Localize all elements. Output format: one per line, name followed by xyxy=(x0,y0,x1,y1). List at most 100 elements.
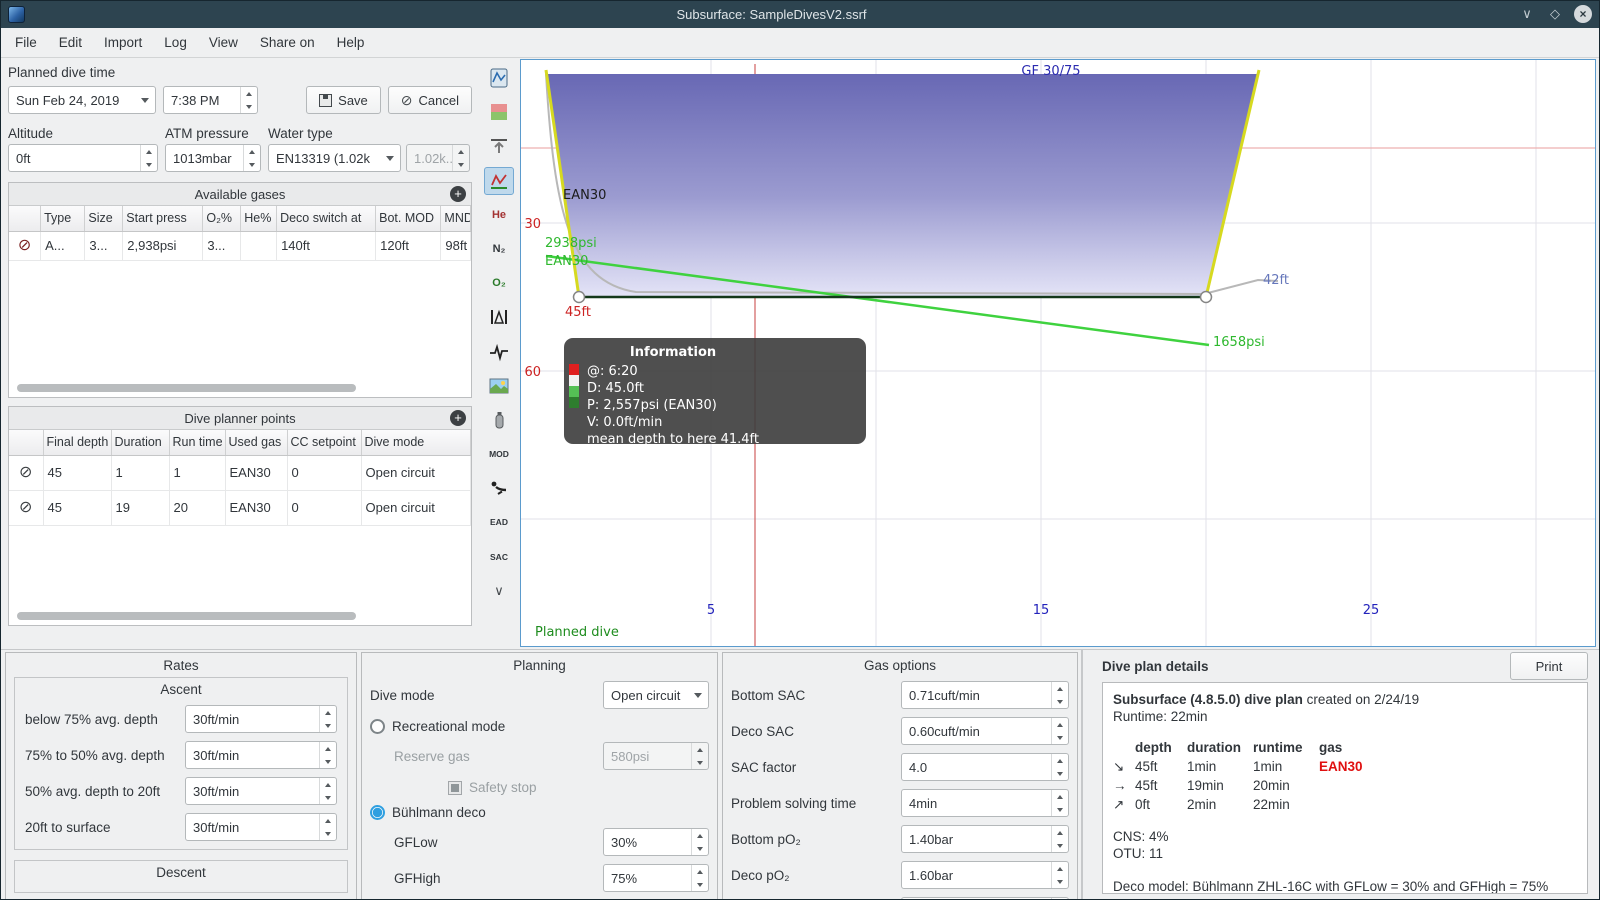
profile-handle[interactable] xyxy=(572,290,586,304)
panel-splitter[interactable] xyxy=(1081,650,1083,899)
add-point-button[interactable]: + xyxy=(450,410,466,426)
radio-buhlmann-deco[interactable]: Bühlmann deco xyxy=(370,805,709,820)
cancel-button[interactable]: ⊘ Cancel xyxy=(387,86,472,114)
spinner-arrows[interactable] xyxy=(1051,754,1068,780)
rate-spinbox[interactable]: 30ft/min xyxy=(185,705,337,733)
rate-spinbox[interactable]: 30ft/min xyxy=(185,741,337,769)
delete-point-icon[interactable]: ⊘ xyxy=(19,464,32,481)
deco-po2-spinbox[interactable]: 1.60bar xyxy=(901,861,1069,889)
dive-computer-icon[interactable] xyxy=(484,64,514,92)
rate-row: below 75% avg. depth 30ft/min xyxy=(25,705,337,733)
mod-icon[interactable]: MOD xyxy=(484,440,514,468)
save-button[interactable]: Save xyxy=(306,86,381,114)
rate-label: 75% to 50% avg. depth xyxy=(25,747,165,763)
ead-icon[interactable]: EAD xyxy=(484,508,514,536)
add-gas-button[interactable]: + xyxy=(450,186,466,202)
pp-n2-icon[interactable]: N₂ xyxy=(484,235,514,263)
best-mix-end-spinbox[interactable]: 98ft xyxy=(901,897,1069,899)
planned-dive-label: Planned dive xyxy=(535,625,619,640)
mean-depth-icon[interactable] xyxy=(484,132,514,160)
maximize-button[interactable]: ◇ xyxy=(1546,5,1564,23)
delete-gas-icon[interactable]: ⊘ xyxy=(18,237,31,254)
pp-he-icon[interactable]: He xyxy=(484,201,514,229)
menu-file[interactable]: File xyxy=(4,30,48,55)
spinner-arrows[interactable] xyxy=(691,829,708,855)
minimize-button[interactable]: ∨ xyxy=(1518,5,1536,23)
menu-import[interactable]: Import xyxy=(93,30,153,55)
pp-o2-icon[interactable]: O₂ xyxy=(484,269,514,297)
dive-mode-select[interactable]: Open circuit xyxy=(603,681,709,709)
point-mode: Open circuit xyxy=(361,455,471,491)
col-mnd: MND xyxy=(440,206,471,232)
spinner-arrows[interactable] xyxy=(1051,718,1068,744)
gflow-spinbox[interactable]: 30% xyxy=(603,828,709,856)
menu-help[interactable]: Help xyxy=(326,30,376,55)
rate-spinbox[interactable]: 30ft/min xyxy=(185,813,337,841)
menu-log[interactable]: Log xyxy=(153,30,198,55)
safety-stop-checkbox xyxy=(448,780,462,795)
planner-points-header: Dive planner points + xyxy=(9,407,471,430)
diver-icon[interactable] xyxy=(484,474,514,502)
photos-icon[interactable] xyxy=(484,372,514,400)
available-gases-header: Available gases + xyxy=(9,183,471,206)
profile-graph-toggle-icon[interactable] xyxy=(484,166,514,195)
print-button[interactable]: Print xyxy=(1510,652,1588,680)
spinner-arrows[interactable] xyxy=(1051,790,1068,816)
rate-spinbox[interactable]: 30ft/min xyxy=(185,777,337,805)
ascend-arrow-icon: ↗ xyxy=(1113,797,1125,812)
spinner-arrows[interactable] xyxy=(1051,826,1068,852)
spinner-arrows[interactable] xyxy=(319,814,336,840)
dive-date-select[interactable]: Sun Feb 24, 2019 xyxy=(8,86,156,114)
sac-factor-spinbox[interactable]: 4.0 xyxy=(901,753,1069,781)
bottom-sac-spinbox[interactable]: 0.71cuft/min xyxy=(901,681,1069,709)
radio-recreational-mode[interactable]: Recreational mode xyxy=(370,719,709,734)
gas-table-row[interactable]: ⊘ A... 3... 2,938psi 3... 140ft 120ft 98… xyxy=(9,231,471,261)
tissue-saturation-icon[interactable] xyxy=(484,303,514,331)
deco-ceiling-icon[interactable] xyxy=(484,98,514,126)
spinner-arrows[interactable] xyxy=(319,742,336,768)
profile-handle[interactable] xyxy=(1199,290,1213,304)
radio-icon-checked xyxy=(370,805,385,820)
available-gases-table: Type Size Start press O₂% He% Deco switc… xyxy=(9,206,471,261)
spinner-arrows[interactable] xyxy=(1051,682,1068,708)
scrollbar-thumb[interactable] xyxy=(17,384,356,392)
menu-view[interactable]: View xyxy=(198,30,249,55)
planner-point-row[interactable]: ⊘ 45 1 1 EAN30 0 Open circuit xyxy=(9,455,471,491)
deco-sac-spinbox[interactable]: 0.60cuft/min xyxy=(901,717,1069,745)
col-bot-mod: Bot. MOD xyxy=(375,206,442,232)
menu-edit[interactable]: Edit xyxy=(48,30,93,55)
sac-icon[interactable]: SAC xyxy=(484,543,514,571)
menu-share-on[interactable]: Share on xyxy=(249,30,326,55)
spinner-arrows[interactable] xyxy=(140,145,157,171)
profile-svg[interactable]: GF 30/75 EAN30 2938psi EAN30 45ft 42ft 1… xyxy=(521,60,1595,646)
spinner-arrows[interactable] xyxy=(1051,862,1068,888)
scrollbar-thumb[interactable] xyxy=(17,612,356,620)
dive-time-spinbox[interactable]: 7:38 PM xyxy=(163,86,258,114)
points-horizontal-scrollbar[interactable] xyxy=(17,612,463,620)
altitude-spinbox[interactable]: 0ft xyxy=(8,144,158,172)
spinner-arrows[interactable] xyxy=(240,87,257,113)
spinner-arrows[interactable] xyxy=(691,865,708,891)
gf-label: GF 30/75 xyxy=(1021,64,1080,79)
dive-profile-chart[interactable]: GF 30/75 EAN30 2938psi EAN30 45ft 42ft 1… xyxy=(520,59,1596,647)
gfhigh-spinbox[interactable]: 75% xyxy=(603,864,709,892)
spinner-arrows[interactable] xyxy=(243,145,260,171)
spinner-arrows[interactable] xyxy=(319,706,336,732)
problem-time-spinbox[interactable]: 4min xyxy=(901,789,1069,817)
gases-horizontal-scrollbar[interactable] xyxy=(17,384,463,392)
spinner-arrows[interactable] xyxy=(319,778,336,804)
close-button[interactable]: × xyxy=(1574,5,1592,23)
spinner-arrows[interactable] xyxy=(1051,898,1068,899)
rate-value: 30ft/min xyxy=(193,819,240,835)
planner-point-row[interactable]: ⊘ 45 19 20 EAN30 0 Open circuit xyxy=(9,490,471,526)
water-type-select[interactable]: EN13319 (1.02k xyxy=(268,144,401,172)
gases-header-row: Type Size Start press O₂% He% Deco switc… xyxy=(9,206,471,232)
bottom-po2-spinbox[interactable]: 1.40bar xyxy=(901,825,1069,853)
bottom-sac-value: 0.71cuft/min xyxy=(909,687,980,703)
atm-pressure-spinbox[interactable]: 1013mbar xyxy=(165,144,261,172)
heart-rate-icon[interactable] xyxy=(484,338,514,366)
toolbar-scroll-down-icon[interactable]: ∨ xyxy=(484,577,514,605)
delete-point-icon[interactable]: ⊘ xyxy=(19,499,32,516)
available-gases-title: Available gases xyxy=(194,186,286,202)
tank-bar-icon[interactable] xyxy=(484,406,514,434)
